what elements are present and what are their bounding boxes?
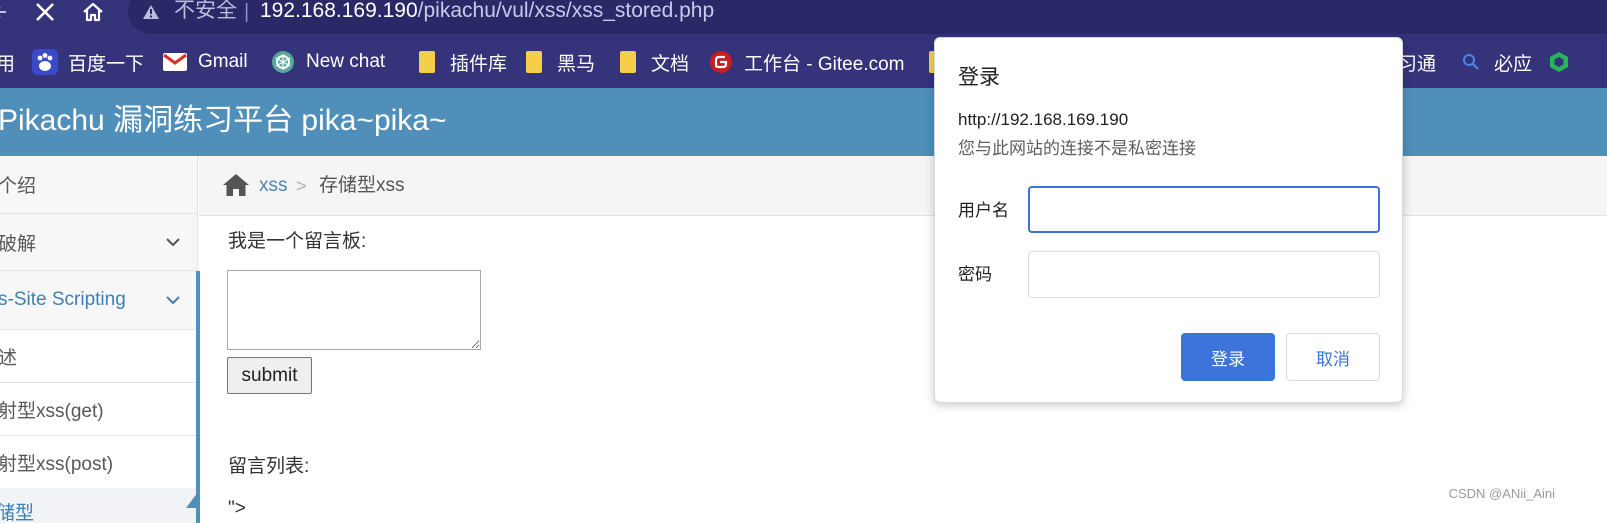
folder-icon — [414, 49, 440, 75]
sidebar-item-intro[interactable]: 个绍 — [0, 156, 198, 214]
cancel-button[interactable]: 取消 — [1286, 333, 1380, 381]
page-title[interactable]: Pikachu 漏洞练习平台 pika~pika~ — [0, 102, 447, 140]
url-host: 192.168.169.190 — [260, 0, 418, 22]
warning-icon[interactable] — [142, 0, 162, 24]
bookmark-label: New chat — [306, 51, 386, 72]
sidebar-item-label: 个绍 — [0, 176, 37, 197]
bookmark-apps[interactable]: 用 — [0, 36, 15, 88]
bookmark-label: 工作台 - Gitee.com — [744, 53, 905, 75]
gmail-icon — [162, 49, 188, 75]
username-input[interactable] — [1028, 186, 1380, 233]
sidebar-item-xss[interactable]: s-Site Scripting — [0, 271, 198, 330]
bookmark-label: 用 — [0, 53, 16, 75]
username-label: 用户名 — [958, 201, 1009, 220]
message-board-label: 我是一个留言板: — [228, 231, 367, 252]
baidu-icon — [32, 49, 58, 75]
password-input[interactable] — [1028, 251, 1380, 298]
chevron-down-icon — [166, 296, 180, 305]
login-button[interactable]: 登录 — [1181, 333, 1275, 381]
gitee-icon — [708, 49, 734, 75]
chevron-down-icon — [166, 238, 180, 247]
submit-button[interactable]: submit — [227, 357, 312, 394]
breadcrumb-current: 存储型xss — [319, 175, 405, 196]
bookmark-label: 习通 — [1398, 53, 1437, 75]
http-auth-dialog: 登录 http://192.168.169.190 您与此网站的连接不是私密连接… — [934, 37, 1403, 403]
message-list-item: "> — [228, 498, 246, 519]
chatgpt-icon — [270, 49, 296, 75]
stop-loading-icon[interactable] — [32, 0, 58, 24]
bookmark-folder-heima[interactable]: 黑马 — [521, 36, 595, 88]
message-list-label: 留言列表: — [228, 456, 310, 477]
bookmark-folder-plugins[interactable]: 插件库 — [414, 36, 507, 88]
breadcrumb-link-xss[interactable]: xss — [259, 174, 288, 198]
sidebar-subitem-stored[interactable]: 储型 — [0, 488, 198, 523]
message-textarea[interactable] — [227, 270, 481, 350]
bookmark-label: 百度一下 — [68, 53, 145, 75]
security-status[interactable]: 不安全 — [174, 0, 237, 23]
back-arrow-icon[interactable] — [0, 0, 8, 24]
bookmark-folder-docs[interactable]: 文档 — [615, 36, 689, 88]
bing-search-icon — [1458, 49, 1484, 75]
bookmark-baidu[interactable]: 百度一下 — [32, 36, 144, 88]
watermark: CSDN @ANii_Aini — [1448, 486, 1555, 501]
home-icon[interactable] — [80, 0, 106, 24]
sidebar-item-label: 储型 — [0, 503, 35, 523]
sidebar-active-indicator — [196, 271, 200, 523]
bookmark-bing[interactable]: 必应 — [1458, 36, 1532, 88]
bookmark-label: 黑马 — [557, 53, 596, 75]
sidebar-selected-marker — [186, 492, 198, 508]
browser-toolbar: 不安全 | 192.168.169.190/pikachu/vul/xss/xs… — [0, 0, 1607, 36]
bookmark-label: 文档 — [651, 53, 690, 75]
sidebar-item-label: 述 — [0, 343, 17, 370]
sidebar-item-label: s-Site Scripting — [0, 289, 126, 310]
bookmark-new-chat[interactable]: New chat — [270, 36, 385, 88]
bookmark-label: Gmail — [198, 51, 248, 72]
folder-icon — [615, 49, 641, 75]
dialog-connection-note: 您与此网站的连接不是私密连接 — [958, 139, 1196, 158]
bookmark-gmail[interactable]: Gmail — [162, 36, 248, 88]
sidebar-item-label: 射型xss(post) — [0, 453, 114, 475]
sidebar-subitem-reflected-get[interactable]: 射型xss(get) — [0, 383, 198, 436]
sidebar-item-label: 破解 — [0, 233, 37, 255]
home-icon[interactable] — [222, 172, 250, 198]
password-label: 密码 — [958, 265, 992, 284]
sidebar-subitem-reflected-post[interactable]: 射型xss(post) — [0, 436, 198, 489]
bookmark-extension[interactable] — [1546, 36, 1582, 88]
bookmark-label: 插件库 — [450, 53, 508, 75]
url-path: /pikachu/vul/xss/xss_stored.php — [417, 0, 715, 22]
sidebar-subitem-overview[interactable]: 述 — [0, 330, 198, 383]
dialog-title: 登录 — [958, 66, 1000, 89]
extension-icon — [1546, 49, 1572, 75]
folder-icon — [521, 49, 547, 75]
sidebar-item-label: 射型xss(get) — [0, 400, 104, 422]
breadcrumb-separator: > — [296, 176, 307, 196]
sidebar-item-brute-force[interactable]: 破解 — [0, 214, 198, 271]
bookmark-xuexitong[interactable]: 习通 — [1398, 36, 1436, 88]
dialog-site-url: http://192.168.169.190 — [958, 110, 1129, 129]
bookmark-label: 必应 — [1494, 53, 1533, 75]
url-separator: | — [244, 1, 250, 23]
bookmark-gitee[interactable]: 工作台 - Gitee.com — [708, 36, 904, 88]
url-text[interactable]: 192.168.169.190/pikachu/vul/xss/xss_stor… — [260, 0, 714, 23]
